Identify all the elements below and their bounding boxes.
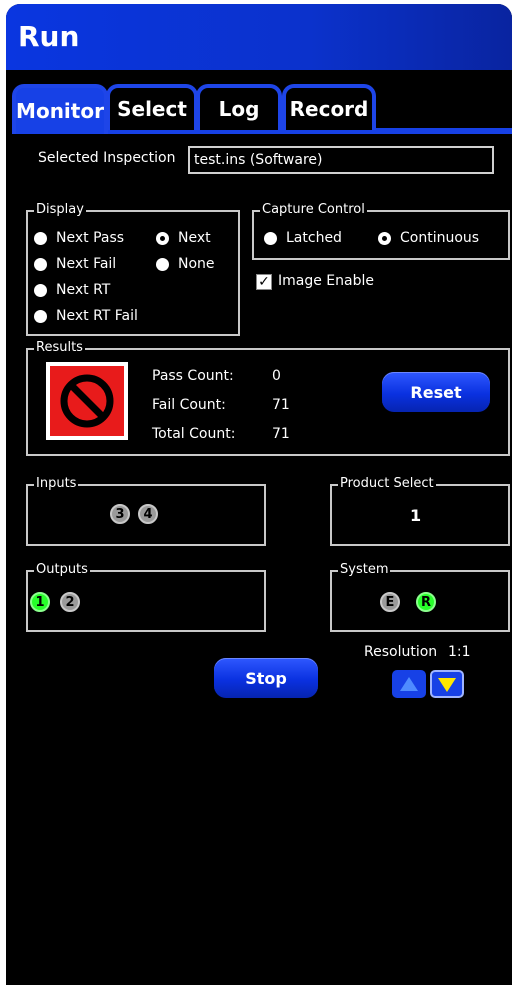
reset-button[interactable]: Reset bbox=[382, 372, 490, 412]
system-r-label: R bbox=[420, 594, 431, 610]
radio-next-rt[interactable] bbox=[34, 284, 47, 297]
resolution-down-button[interactable] bbox=[430, 670, 464, 698]
tab-monitor[interactable]: Monitor bbox=[12, 84, 108, 134]
tab-record[interactable]: Record bbox=[282, 84, 376, 130]
capture-control-legend: Capture Control bbox=[260, 202, 367, 217]
tab-log-label: Log bbox=[218, 97, 260, 121]
fail-prohibited-icon bbox=[60, 374, 114, 428]
radio-next-rt-fail-label: Next RT Fail bbox=[56, 308, 138, 324]
selected-inspection-label: Selected Inspection bbox=[38, 150, 176, 166]
selected-inspection-value: test.ins (Software) bbox=[194, 152, 323, 168]
display-legend: Display bbox=[34, 202, 86, 217]
selected-inspection-field[interactable]: test.ins (Software) bbox=[188, 146, 494, 174]
radio-latched-label: Latched bbox=[286, 230, 342, 246]
reset-button-label: Reset bbox=[410, 382, 462, 402]
fail-count-value: 71 bbox=[272, 397, 290, 413]
fail-count-label: Fail Count: bbox=[152, 397, 226, 413]
tab-record-label: Record bbox=[289, 97, 369, 121]
stop-button[interactable]: Stop bbox=[214, 658, 318, 698]
product-select-legend: Product Select bbox=[338, 476, 436, 491]
input-4-indicator: 4 bbox=[138, 504, 158, 524]
results-legend: Results bbox=[34, 340, 85, 355]
output-1-indicator: 1 bbox=[30, 592, 50, 612]
system-r-indicator: R bbox=[416, 592, 436, 612]
resolution-up-button[interactable] bbox=[392, 670, 426, 698]
stop-button-label: Stop bbox=[245, 668, 287, 688]
total-count-label: Total Count: bbox=[152, 426, 236, 442]
input-3-indicator: 3 bbox=[110, 504, 130, 524]
outputs-legend: Outputs bbox=[34, 562, 90, 577]
output-2-indicator: 2 bbox=[60, 592, 80, 612]
system-e-label: E bbox=[385, 594, 395, 610]
radio-none[interactable] bbox=[156, 258, 169, 271]
window-title: Run bbox=[18, 20, 80, 53]
radio-next-rt-fail[interactable] bbox=[34, 310, 47, 323]
tab-select[interactable]: Select bbox=[106, 84, 198, 130]
input-3-label: 3 bbox=[115, 506, 125, 522]
title-bar: Run bbox=[6, 4, 512, 70]
radio-continuous-label: Continuous bbox=[400, 230, 480, 246]
output-1-label: 1 bbox=[35, 594, 45, 610]
radio-next[interactable] bbox=[156, 232, 169, 245]
radio-latched[interactable] bbox=[264, 232, 277, 245]
run-panel: Run Monitor Select Log Record Selected I… bbox=[6, 4, 512, 985]
pass-count-value: 0 bbox=[272, 368, 281, 384]
radio-none-label: None bbox=[178, 256, 215, 272]
resolution-label: Resolution bbox=[364, 644, 438, 660]
image-enable-checkbox[interactable]: ✓ bbox=[256, 274, 272, 290]
radio-next-fail[interactable] bbox=[34, 258, 47, 271]
arrow-up-icon bbox=[400, 677, 418, 691]
tab-log[interactable]: Log bbox=[196, 84, 282, 130]
radio-continuous[interactable] bbox=[378, 232, 391, 245]
inputs-legend: Inputs bbox=[34, 476, 79, 491]
system-e-indicator: E bbox=[380, 592, 400, 612]
radio-next-pass-label: Next Pass bbox=[56, 230, 125, 246]
radio-next-rt-label: Next RT bbox=[56, 282, 111, 298]
system-legend: System bbox=[338, 562, 391, 577]
radio-next-pass[interactable] bbox=[34, 232, 47, 245]
resolution-value: 1:1 bbox=[448, 644, 471, 660]
product-select-value[interactable]: 1 bbox=[410, 506, 421, 525]
total-count-value: 71 bbox=[272, 426, 290, 442]
result-indicator bbox=[46, 362, 128, 440]
radio-next-label: Next bbox=[178, 230, 211, 246]
arrow-down-icon bbox=[438, 678, 456, 692]
output-2-label: 2 bbox=[65, 594, 75, 610]
image-enable-label: Image Enable bbox=[278, 273, 374, 289]
tab-monitor-label: Monitor bbox=[16, 99, 104, 123]
tab-select-label: Select bbox=[117, 97, 187, 121]
pass-count-label: Pass Count: bbox=[152, 368, 234, 384]
radio-next-fail-label: Next Fail bbox=[56, 256, 117, 272]
input-4-label: 4 bbox=[143, 506, 153, 522]
